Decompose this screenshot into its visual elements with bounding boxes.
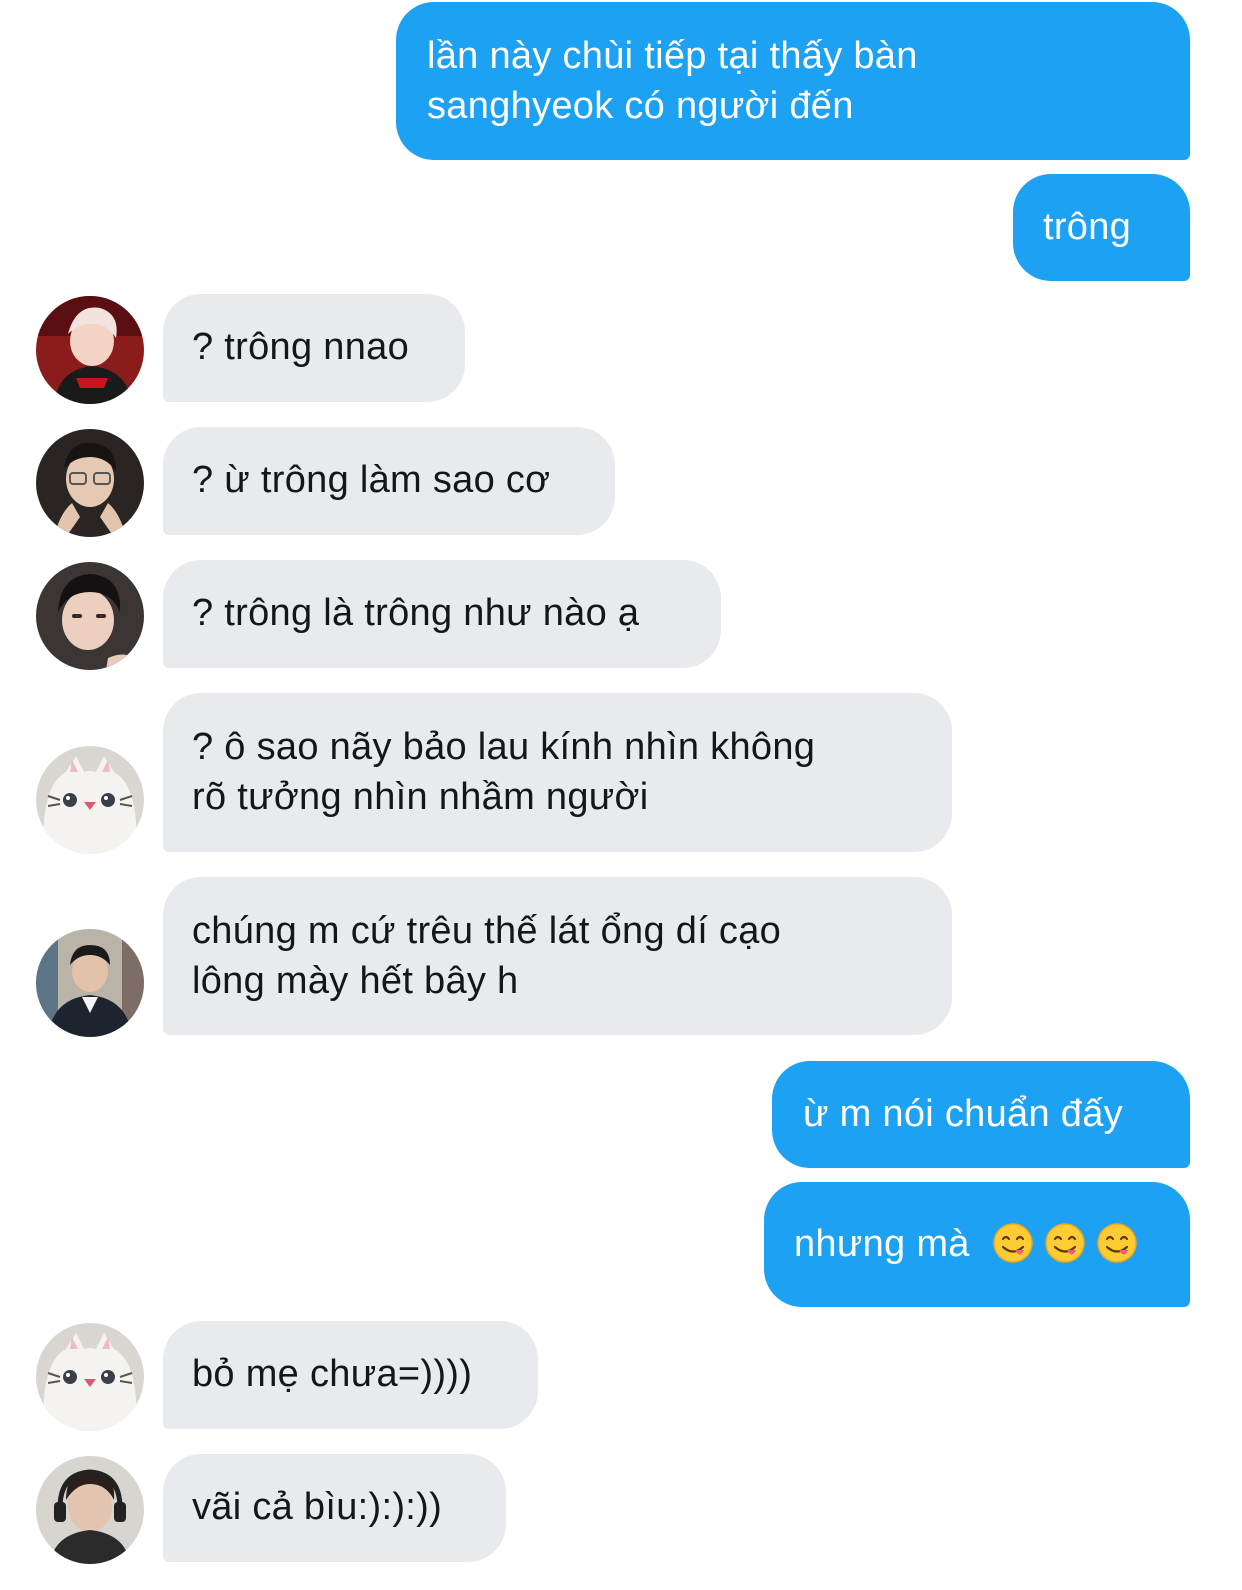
message-text: ? trông là trông như nào ạ	[192, 592, 640, 634]
incoming-message-bubble[interactable]: ? ô sao nãy bảo lau kính nhìn không rõ t…	[163, 693, 952, 852]
outgoing-message-bubble[interactable]: ừ m nói chuẩn đấy	[772, 1061, 1190, 1168]
incoming-message-bubble[interactable]: ? trông nnao	[163, 294, 465, 402]
face-savoring-food-emoji	[992, 1223, 1033, 1263]
incoming-message-bubble[interactable]: bỏ mẹ chưa=))))	[163, 1321, 538, 1429]
message-text: chúng m cứ trêu thế lát ổng dí cạo lông …	[192, 910, 782, 1002]
avatar[interactable]	[36, 746, 144, 854]
outgoing-message-bubble[interactable]: lần này chùi tiếp tại thấy bàn sanghyeok…	[396, 2, 1190, 160]
avatar[interactable]	[36, 562, 144, 670]
message-text: bỏ mẹ chưa=))))	[192, 1353, 473, 1395]
avatar[interactable]	[36, 429, 144, 537]
message-text: vãi cả bìu:):):))	[192, 1486, 443, 1528]
avatar-headset-player-icon	[36, 1456, 144, 1564]
face-savoring-food-emoji	[1096, 1223, 1137, 1263]
avatar[interactable]	[36, 1323, 144, 1431]
incoming-message-bubble[interactable]: vãi cả bìu:):):))	[163, 1454, 506, 1562]
face-savoring-food-emoji	[1044, 1223, 1085, 1263]
avatar-cat-plush-icon	[36, 746, 144, 854]
avatar-suit-man-icon	[36, 929, 144, 1037]
outgoing-message-bubble[interactable]: trông	[1013, 174, 1190, 281]
message-text: trông	[1043, 206, 1132, 248]
incoming-message-bubble[interactable]: ? ừ trông làm sao cơ	[163, 427, 615, 535]
message-text: ? ừ trông làm sao cơ	[192, 459, 551, 501]
avatar-glasses-player-icon	[36, 429, 144, 537]
message-text: ừ m nói chuẩn đấy	[803, 1093, 1123, 1135]
message-text: ? trông nnao	[192, 326, 409, 368]
avatar-dark-hair-player-icon	[36, 562, 144, 670]
incoming-message-bubble[interactable]: ? trông là trông như nào ạ	[163, 560, 721, 668]
message-text: ? ô sao nãy bảo lau kính nhìn không rõ t…	[192, 726, 816, 818]
incoming-message-bubble[interactable]: chúng m cứ trêu thế lát ổng dí cạo lông …	[163, 877, 952, 1035]
outgoing-message-bubble[interactable]: nhưng mà	[764, 1182, 1190, 1307]
message-text: lần này chùi tiếp tại thấy bàn sanghyeok…	[427, 35, 918, 127]
avatar-red-hair-player-icon	[36, 296, 144, 404]
avatar[interactable]	[36, 1456, 144, 1564]
avatar[interactable]	[36, 296, 144, 404]
message-text: nhưng mà	[794, 1223, 970, 1265]
avatar[interactable]	[36, 929, 144, 1037]
avatar-cat-plush-icon	[36, 1323, 144, 1431]
